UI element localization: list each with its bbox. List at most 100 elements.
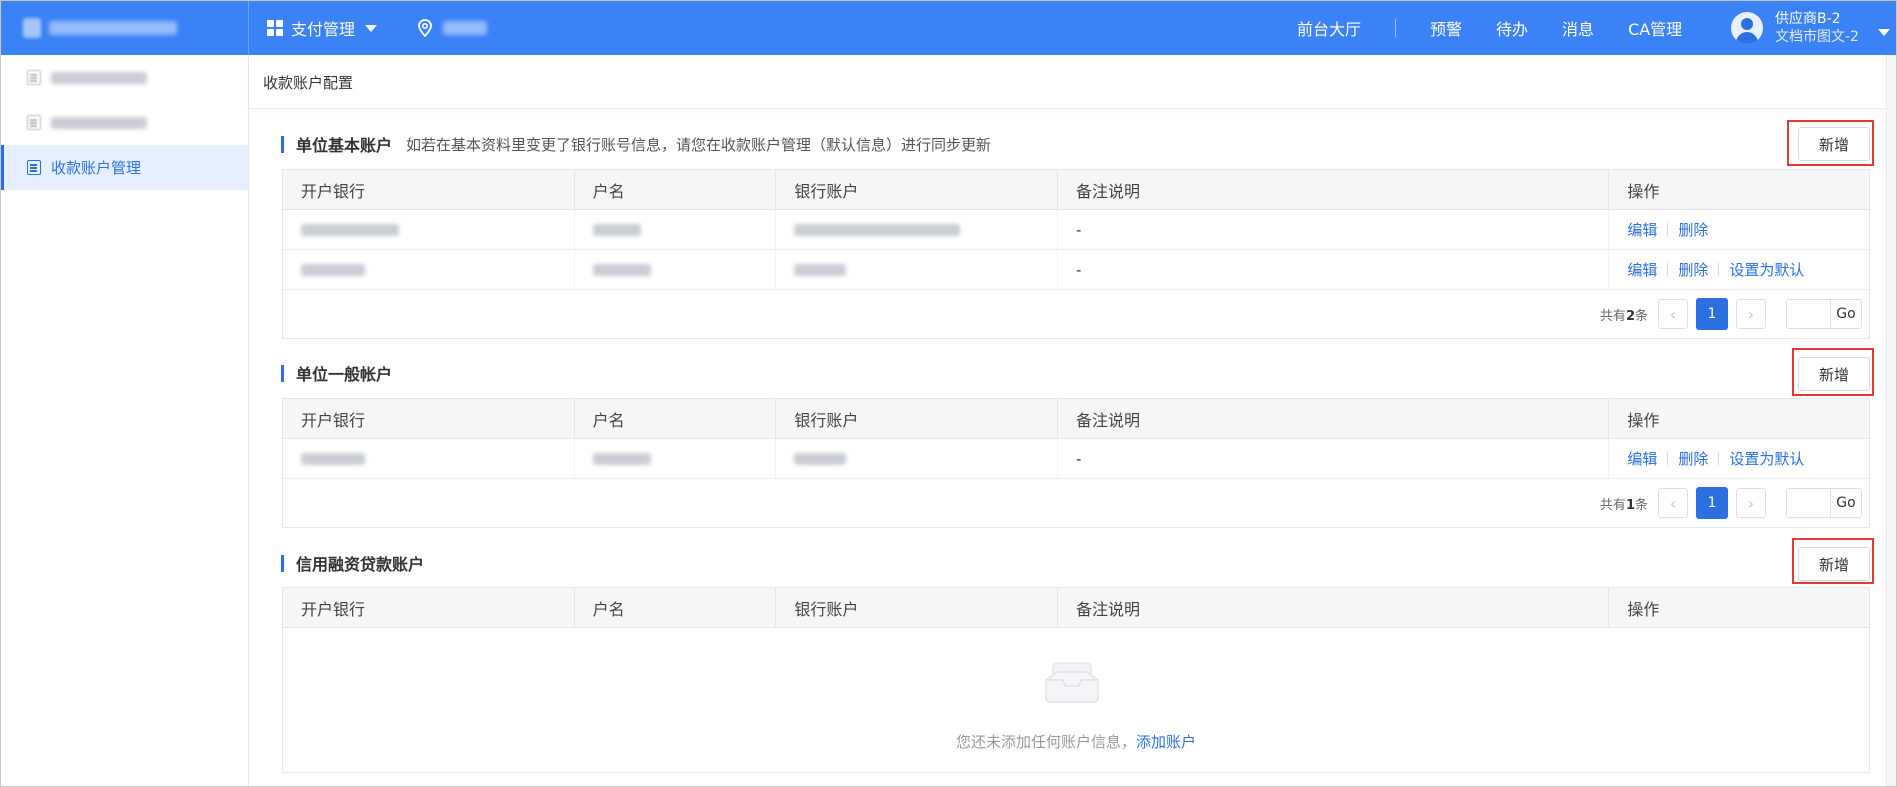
remark-cell: - [1058,439,1610,478]
column-header: 户名 [575,399,777,438]
delete-link[interactable]: 删除 [1678,219,1708,240]
nav-messages[interactable]: 消息 [1562,16,1594,40]
column-header: 操作 [1627,410,1660,430]
nav-front-hall[interactable]: 前台大厅 [1297,16,1361,40]
delete-link[interactable]: 删除 [1678,259,1708,280]
sidebar-item-1[interactable] [1,55,248,100]
table-row: - 编辑 删除 设置为默认 [283,439,1869,479]
account-cell [776,250,1059,289]
credit-loan-account-table: 开户银行 户名 银行账户 备注说明 操作 您还未添加任何账户信息，添加账户 [282,587,1870,773]
name-cell [575,439,777,478]
document-icon [27,115,41,130]
sidebar-item-label: 收款账户管理 [51,159,142,177]
bank-name [301,263,365,276]
section-marker [281,364,284,382]
nav-warning[interactable]: 预警 [1430,16,1462,40]
nav-divider [1395,19,1397,37]
column-header: 备注说明 [1058,170,1610,209]
grid-icon [267,20,283,36]
general-account-table: 开户银行 户名 银行账户 备注说明 操作 - 编辑 删除 设置为默认 共有1条 … [282,398,1870,528]
location-selector[interactable] [417,1,487,55]
column-header: 银行账户 [776,588,1059,627]
prev-page-button[interactable]: ‹ [1658,488,1688,518]
user-menu[interactable]: 供应商B-2 文档市图文-2 [1731,7,1890,49]
table-row: - 编辑 删除 [283,210,1869,250]
go-button[interactable]: Go [1831,300,1861,328]
delete-link[interactable]: 删除 [1678,448,1708,469]
document-icon [27,70,41,85]
divider [1667,263,1669,276]
add-basic-account-button[interactable]: 新增 [1798,127,1870,161]
prev-page-button[interactable]: ‹ [1658,299,1688,329]
account-number [794,263,847,276]
edit-link[interactable]: 编辑 [1627,448,1657,469]
account-holder [592,223,641,236]
empty-state: 您还未添加任何账户信息，添加账户 [283,628,1869,772]
section-hint: 如若在基本资料里变更了银行账号信息，请您在收款账户管理（默认信息）进行同步更新 [406,135,992,154]
total-count: 共有1条 [1599,497,1648,513]
nav-ca-management[interactable]: CA管理 [1628,16,1682,40]
table-header: 开户银行 户名 银行账户 备注说明 操作 [283,170,1869,210]
sidebar-item-label [51,71,147,84]
basic-account-table: 开户银行 户名 银行账户 备注说明 操作 - 编辑 删除 - 编辑 删除 设置为… [282,169,1870,339]
caret-down-icon [365,24,378,32]
section-title: 信用融资贷款账户 [296,555,425,574]
remark-cell: - [1058,210,1610,249]
add-credit-loan-account-button[interactable]: 新增 [1798,547,1870,581]
bank-cell [283,250,575,289]
page-number[interactable]: 1 [1696,298,1728,330]
bank-cell [283,210,575,249]
empty-inbox-icon [1045,662,1099,703]
column-header: 操作 [1627,181,1660,201]
next-page-button[interactable]: › [1736,299,1766,329]
table-row: - 编辑 删除 设置为默认 [283,250,1869,290]
user-name: 供应商B-2 [1775,11,1841,27]
user-org: 文档市图文-2 [1775,29,1859,45]
page-number[interactable]: 1 [1696,487,1728,519]
column-header: 户名 [575,170,777,209]
divider [1718,452,1720,465]
column-header: 银行账户 [776,170,1059,209]
pay-management-menu[interactable]: 支付管理 [267,1,378,55]
brand-logo[interactable] [1,1,249,55]
table-header: 开户银行 户名 银行账户 备注说明 操作 [283,588,1869,628]
empty-message: 您还未添加任何账户信息，添加账户 [283,731,1869,752]
page-jump-input[interactable] [1787,489,1831,517]
edit-link[interactable]: 编辑 [1627,259,1657,280]
section-title: 单位一般帐户 [296,365,393,384]
brand-name [49,21,177,35]
sidebar-item-account-management[interactable]: 收款账户管理 [1,145,248,190]
add-general-account-button[interactable]: 新增 [1798,357,1870,391]
caret-down-icon [1878,29,1890,36]
next-page-button[interactable]: › [1736,488,1766,518]
account-number [794,223,961,236]
edit-link[interactable]: 编辑 [1627,219,1657,240]
nav-todo[interactable]: 待办 [1496,16,1528,40]
account-cell [776,210,1059,249]
app-window: 支付管理 前台大厅 预警 待办 消息 CA管理 供应商B-2 文档市图文-2 收… [0,0,1897,787]
page-jump-input[interactable] [1787,300,1831,328]
total-count: 共有2条 [1599,308,1648,324]
page-jump: Go [1786,488,1862,518]
name-cell [575,250,777,289]
section-general-account-header: 单位一般帐户 [281,359,392,387]
divider [1718,263,1720,276]
page-scrollbar[interactable] [1886,55,1896,786]
column-header: 操作 [1627,599,1660,619]
account-holder [592,452,651,465]
location-label [443,21,487,35]
add-account-link[interactable]: 添加账户 [1136,733,1196,751]
table-header: 开户银行 户名 银行账户 备注说明 操作 [283,399,1869,439]
go-button[interactable]: Go [1831,489,1861,517]
account-number [794,452,847,465]
operations-cell: 编辑 删除 [1609,210,1869,249]
pay-management-label: 支付管理 [291,20,356,39]
bank-name [301,452,365,465]
page-jump: Go [1786,299,1862,329]
set-default-link[interactable]: 设置为默认 [1729,448,1804,469]
section-marker [281,554,284,572]
sidebar-item-2[interactable] [1,100,248,145]
avatar [1731,12,1763,44]
set-default-link[interactable]: 设置为默认 [1729,259,1804,280]
name-cell [575,210,777,249]
